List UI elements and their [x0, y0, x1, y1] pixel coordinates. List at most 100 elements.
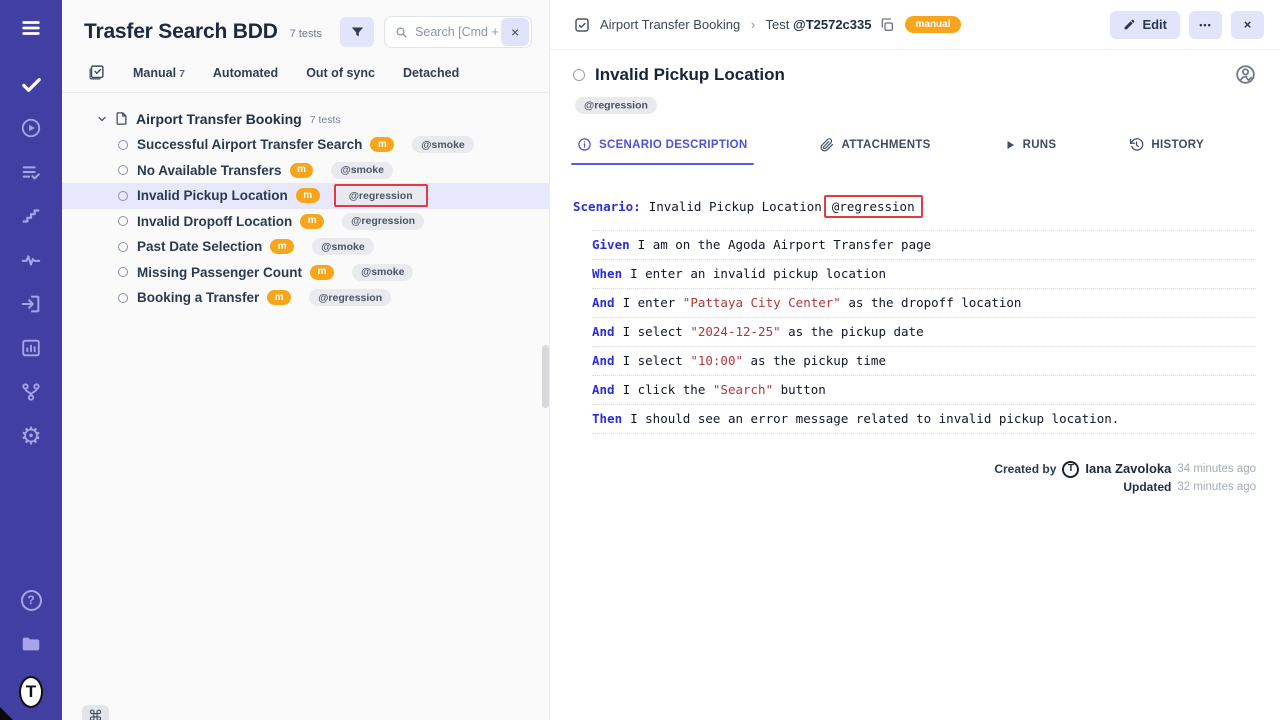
suite-title: Trasfer Search BDD	[84, 20, 278, 44]
updated-time: 32 minutes ago	[1177, 478, 1256, 496]
breadcrumb-test-id[interactable]: @T2572c335	[793, 17, 871, 32]
tab-automated[interactable]: Automated	[213, 66, 278, 80]
detail-header: Airport Transfer Booking › Test @T2572c3…	[549, 0, 1280, 50]
test-row[interactable]: Invalid Dropoff Location m @regression	[62, 209, 549, 235]
tag-pill[interactable]: @smoke	[312, 238, 374, 255]
edit-button[interactable]: Edit	[1110, 11, 1180, 39]
test-status-icon	[573, 69, 585, 81]
pulse-icon[interactable]	[19, 248, 43, 272]
gherkin-step: AndI select "10:00" as the pickup time	[592, 347, 1256, 376]
test-status-icon	[118, 216, 128, 226]
manual-badge[interactable]: m	[290, 163, 314, 178]
manual-status-badge: manual	[905, 16, 960, 33]
tag-pill[interactable]: @regression	[342, 213, 424, 230]
created-label: Created by	[994, 460, 1056, 478]
test-row[interactable]: Past Date Selection m @smoke	[62, 234, 549, 260]
steps-icon[interactable]	[19, 204, 43, 228]
folder-name[interactable]: Airport Transfer Booking	[136, 111, 302, 127]
test-status-icon	[118, 191, 128, 201]
gherkin-step: WhenI enter an invalid pickup location	[592, 260, 1256, 289]
copy-icon[interactable]	[879, 17, 895, 33]
test-list-panel: Trasfer Search BDD 7 tests × Manual7 Aut…	[62, 0, 549, 720]
history-icon	[1129, 137, 1144, 152]
folder-test-count: 7 tests	[310, 114, 341, 126]
test-row[interactable]: Successful Airport Transfer Search m @sm…	[62, 132, 549, 158]
gherkin-step: AndI enter "Pattaya City Center" as the …	[592, 289, 1256, 318]
detail-tabs: SCENARIO DESCRIPTION ATTACHMENTS RUNS	[577, 137, 1204, 165]
nav-rail: ⚙ ? T	[0, 0, 62, 720]
tab-manual-count: 7	[179, 68, 185, 80]
tab-attachments[interactable]: ATTACHMENTS	[820, 137, 930, 165]
tab-detached[interactable]: Detached	[403, 66, 459, 80]
tag-pill[interactable]: @smoke	[412, 136, 474, 153]
app-logo[interactable]: T	[19, 676, 43, 708]
pencil-icon	[1123, 18, 1136, 31]
spec-file-icon	[114, 111, 129, 126]
annotation-box: @regression	[334, 184, 428, 207]
list-header: Trasfer Search BDD 7 tests ×	[62, 0, 549, 48]
search-input[interactable]	[415, 25, 515, 39]
updated-label: Updated	[1123, 478, 1171, 496]
meta-info: Created by T Iana Zavoloka 34 minutes ag…	[573, 460, 1256, 496]
branch-icon[interactable]	[19, 380, 43, 404]
close-button[interactable]: ×	[1231, 11, 1264, 39]
app-window: ⚙ ? T Trasfer Search BDD 7 tests	[0, 0, 1280, 720]
test-row-selected[interactable]: Invalid Pickup Location m @regression	[62, 183, 549, 209]
folder-row[interactable]: Airport Transfer Booking 7 tests	[62, 105, 549, 132]
scenario-title-line: Scenario: Invalid Pickup Location @regre…	[573, 195, 1256, 218]
settings-gear-icon[interactable]: ⚙	[19, 424, 43, 448]
manual-badge[interactable]: m	[370, 137, 394, 152]
tag-pill[interactable]: @regression	[340, 187, 422, 204]
test-title: Invalid Pickup Location	[595, 65, 785, 85]
tab-scenario-description[interactable]: SCENARIO DESCRIPTION	[577, 137, 748, 165]
gherkin-step: ThenI should see an error message relate…	[592, 405, 1256, 434]
paperclip-icon	[820, 138, 834, 152]
detail-body: Invalid Pickup Location @regression SCEN…	[549, 50, 1280, 720]
test-tree: Airport Transfer Booking 7 tests Success…	[62, 93, 549, 311]
tab-out-of-sync[interactable]: Out of sync	[306, 66, 375, 80]
help-icon[interactable]: ?	[19, 588, 43, 612]
more-options-button[interactable]: •••	[1189, 11, 1222, 39]
scenario-description: Scenario: Invalid Pickup Location @regre…	[573, 195, 1256, 434]
breadcrumb-test-label: Test	[766, 17, 790, 32]
breadcrumb-folder[interactable]: Airport Transfer Booking	[600, 17, 740, 32]
tab-runs[interactable]: RUNS	[1004, 137, 1057, 165]
tests-icon[interactable]	[19, 72, 43, 96]
tag-pill[interactable]: @smoke	[331, 162, 393, 179]
scenario-name: Invalid Pickup Location	[649, 199, 822, 214]
test-row[interactable]: Booking a Transfer m @regression	[62, 285, 549, 311]
scrollbar-thumb[interactable]	[542, 345, 549, 408]
test-row[interactable]: No Available Transfers m @smoke	[62, 158, 549, 184]
gherkin-step: AndI click the "Search" button	[592, 376, 1256, 405]
assignee-icon[interactable]	[1235, 64, 1256, 85]
tag-pill[interactable]: @regression	[575, 97, 657, 114]
select-all-icon[interactable]	[88, 64, 105, 81]
test-row[interactable]: Missing Passenger Count m @smoke	[62, 260, 549, 286]
author-avatar[interactable]: T	[1062, 461, 1079, 478]
test-status-icon	[118, 242, 128, 252]
manual-badge[interactable]: m	[310, 265, 334, 280]
filter-button[interactable]	[340, 17, 374, 47]
docs-folder-icon[interactable]	[19, 632, 43, 656]
manual-badge[interactable]: m	[270, 239, 294, 254]
play-circle-icon[interactable]	[19, 116, 43, 140]
test-status-icon	[118, 267, 128, 277]
tag-pill[interactable]: @regression	[309, 289, 391, 306]
tag-pill[interactable]: @smoke	[352, 264, 414, 281]
search-clear-button[interactable]: ×	[501, 18, 529, 46]
menu-icon[interactable]	[19, 16, 43, 40]
manual-badge[interactable]: m	[300, 214, 324, 229]
manual-badge[interactable]: m	[267, 290, 291, 305]
annotation-box: @regression	[824, 195, 923, 218]
test-status-icon	[118, 293, 128, 303]
checkbox-icon	[573, 16, 591, 34]
tab-manual[interactable]: Manual7	[133, 66, 185, 80]
info-icon	[577, 137, 592, 152]
funnel-icon	[350, 25, 365, 40]
import-icon[interactable]	[19, 292, 43, 316]
list-check-icon[interactable]	[19, 160, 43, 184]
reports-icon[interactable]	[19, 336, 43, 360]
tab-history[interactable]: HISTORY	[1129, 137, 1204, 165]
manual-badge[interactable]: m	[296, 188, 320, 203]
chevron-down-icon[interactable]	[96, 113, 108, 125]
